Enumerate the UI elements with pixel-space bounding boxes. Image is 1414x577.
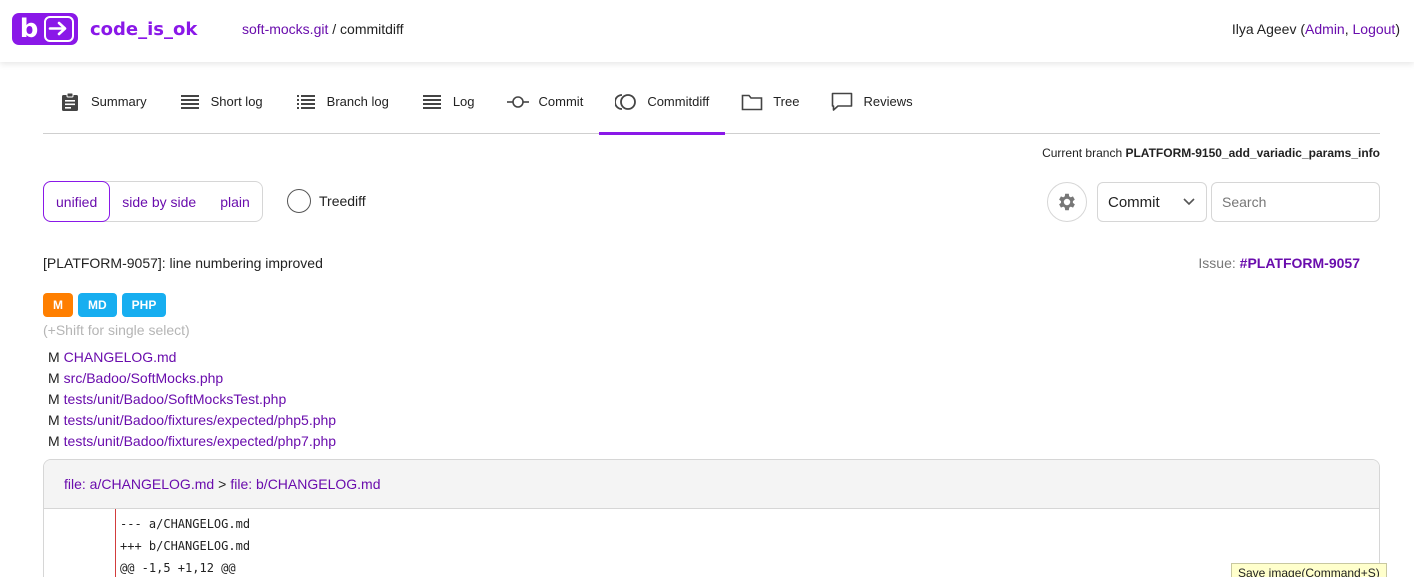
tab-label: Commit [538,94,584,109]
commit-icon [506,92,529,112]
top-header: b code_is_ok soft-mocks.git / commitdiff… [0,0,1414,62]
diff-line: @@ -1,5 +1,12 @@ [120,561,236,575]
tab-short-log[interactable]: Short log [163,70,279,133]
commitdiff-icon [615,92,637,112]
branch-name: PLATFORM-9150_add_variadic_params_info [1125,146,1380,160]
save-image-tooltip: Save image(Command+S) [1231,563,1387,577]
tab-commitdiff[interactable]: Commitdiff [599,70,726,135]
nav-tabs: Summary Short log Branch log Log Commit … [43,70,1380,135]
tab-reviews[interactable]: Reviews [815,70,928,133]
tab-label: Short log [210,94,263,109]
logo-letter: b [19,14,39,44]
filetype-filters: M MD PHP [43,293,171,317]
branch-prefix: Current branch [1042,146,1123,160]
admin-link[interactable]: Admin [1305,21,1345,37]
file-status: M [48,370,60,386]
file-b-link[interactable]: file: b/CHANGELOG.md [230,476,380,492]
diff-body: --- a/CHANGELOG.md +++ b/CHANGELOG.md @@ -… [44,509,1379,577]
shift-hint: (+Shift for single select) [43,322,190,338]
diff-line: +++ b/CHANGELOG.md [120,539,251,553]
select-value: Commit [1108,193,1160,211]
file-a-link[interactable]: file: a/CHANGELOG.md [64,476,214,492]
chevron-down-icon [1183,198,1195,206]
bullet-list-icon [295,92,317,112]
commit-message: [PLATFORM-9057]: line numbering improved [43,255,323,271]
file-diff: file: a/CHANGELOG.md > file: b/CHANGELOG… [43,459,1380,577]
tab-tree[interactable]: Tree [725,70,815,133]
file-link[interactable]: tests/unit/Badoo/SoftMocksTest.php [64,391,287,407]
line-number-gutter [44,509,116,577]
lines-icon [421,92,443,112]
tab-label: Reviews [863,94,913,109]
list-item: M CHANGELOG.md [48,347,336,368]
issue-link[interactable]: #PLATFORM-9057 [1240,255,1360,271]
comment-icon [831,92,853,112]
file-link[interactable]: tests/unit/Badoo/fixtures/expected/php5.… [64,412,336,428]
breadcrumb-page: commitdiff [340,21,404,37]
file-link[interactable]: src/Badoo/SoftMocks.php [64,370,224,386]
mode-unified[interactable]: unified [43,181,111,222]
filter-php[interactable]: PHP [121,293,167,317]
tab-label: Log [452,94,475,109]
logout-link[interactable]: Logout [1353,21,1396,37]
file-status: M [48,349,60,365]
brand-name: code_is_ok [90,18,198,40]
diff-code: --- a/CHANGELOG.md +++ b/CHANGELOG.md @@ -… [120,513,250,577]
tab-commit[interactable]: Commit [491,70,600,133]
breadcrumb-repo-link[interactable]: soft-mocks.git [242,21,328,37]
file-status: M [48,433,60,449]
diff-arrow: > [218,476,227,492]
tab-label: Commitdiff [647,94,710,109]
tab-branch-log[interactable]: Branch log [279,70,405,133]
filter-md[interactable]: MD [78,293,117,317]
mode-plain[interactable]: plain [208,182,262,221]
brand-logo[interactable]: b code_is_ok [12,13,197,45]
tab-label: Tree [773,94,800,109]
diff-mode-switch: unified side by side plain [43,181,263,222]
list-item: Mtests/unit/Badoo/fixtures/expected/php5… [48,410,336,431]
logo-badge: b [12,13,78,45]
list-item: Msrc/Badoo/SoftMocks.php [48,368,336,389]
tab-summary[interactable]: Summary [43,70,163,133]
user-name: Ilya Ageev [1231,21,1297,37]
issue-ref: Issue: #PLATFORM-9057 [1198,255,1360,271]
filter-m[interactable]: M [43,293,73,317]
file-status: M [48,412,60,428]
treediff-label: Treediff [319,193,366,209]
file-link[interactable]: tests/unit/Badoo/fixtures/expected/php7.… [64,433,336,449]
search-input[interactable] [1211,182,1380,222]
list-item: Mtests/unit/Badoo/SoftMocksTest.php [48,389,336,410]
changed-files-list: M CHANGELOG.md Msrc/Badoo/SoftMocks.php M… [48,347,336,452]
user-paren-close: ) [1395,21,1400,37]
list-item: Mtests/unit/Badoo/fixtures/expected/php7… [48,431,336,452]
tab-log[interactable]: Log [405,70,491,133]
file-status: M [48,391,60,407]
breadcrumb-separator: / [332,21,337,37]
settings-button[interactable] [1047,182,1087,222]
mode-side-by-side[interactable]: side by side [110,182,208,221]
treediff-radio[interactable] [287,189,311,213]
folder-icon [741,92,763,112]
clipboard-icon [59,92,81,112]
search-type-select[interactable]: Commit [1097,182,1207,222]
breadcrumb: soft-mocks.git / commitdiff [242,21,404,37]
diff-line: --- a/CHANGELOG.md [120,517,251,531]
treediff-toggle[interactable]: Treediff [287,189,366,213]
gear-icon [1059,193,1075,211]
list-icon [179,92,201,112]
current-branch: Current branch PLATFORM-9150_add_variadi… [1042,146,1380,160]
issue-label: Issue: [1198,255,1236,271]
logo-arrow-icon [44,16,74,42]
user-menu: Ilya Ageev (Admin, Logout) [1232,21,1400,37]
file-link[interactable]: CHANGELOG.md [64,349,177,365]
diff-header: file: a/CHANGELOG.md > file: b/CHANGELOG… [44,460,1379,509]
tab-label: Branch log [326,94,389,109]
tab-label: Summary [91,94,147,109]
user-comma: , [1344,21,1349,37]
